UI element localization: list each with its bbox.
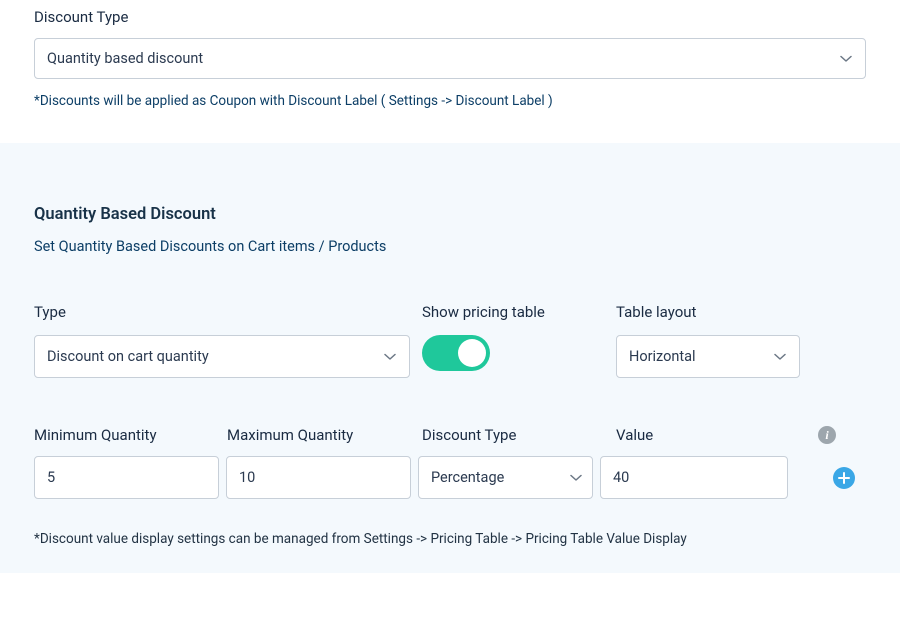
qbd-description: Set Quantity Based Discounts on Cart ite… — [34, 238, 866, 255]
qbd-footnote: *Discount value display settings can be … — [34, 531, 866, 547]
show-pricing-table-toggle[interactable] — [422, 335, 490, 371]
add-row-button[interactable] — [833, 467, 855, 489]
qbd-title: Quantity Based Discount — [34, 205, 866, 224]
value-input[interactable] — [600, 456, 788, 499]
discount-type-select[interactable]: Quantity based discount — [34, 38, 866, 79]
discount-type-col-label: Discount Type — [422, 426, 616, 444]
min-quantity-input[interactable] — [34, 456, 219, 499]
value-label: Value — [616, 426, 756, 444]
show-pricing-table-label: Show pricing table — [422, 303, 616, 321]
table-layout-select[interactable]: Horizontal — [616, 335, 800, 378]
type-label: Type — [34, 303, 422, 321]
row-discount-type-selected: Percentage — [431, 469, 504, 486]
discount-type-selected: Quantity based discount — [47, 50, 203, 67]
max-quantity-label: Maximum Quantity — [227, 426, 422, 444]
type-selected: Discount on cart quantity — [47, 348, 209, 365]
table-layout-label: Table layout — [616, 303, 801, 321]
table-layout-selected: Horizontal — [629, 348, 696, 365]
row-discount-type-select[interactable]: Percentage — [418, 456, 593, 499]
max-quantity-input[interactable] — [226, 456, 411, 499]
discount-type-label: Discount Type — [34, 8, 866, 26]
info-icon[interactable]: i — [818, 426, 836, 444]
toggle-knob — [458, 339, 486, 367]
type-select[interactable]: Discount on cart quantity — [34, 335, 410, 378]
min-quantity-label: Minimum Quantity — [34, 426, 227, 444]
discount-type-helper: *Discounts will be applied as Coupon wit… — [34, 93, 866, 109]
